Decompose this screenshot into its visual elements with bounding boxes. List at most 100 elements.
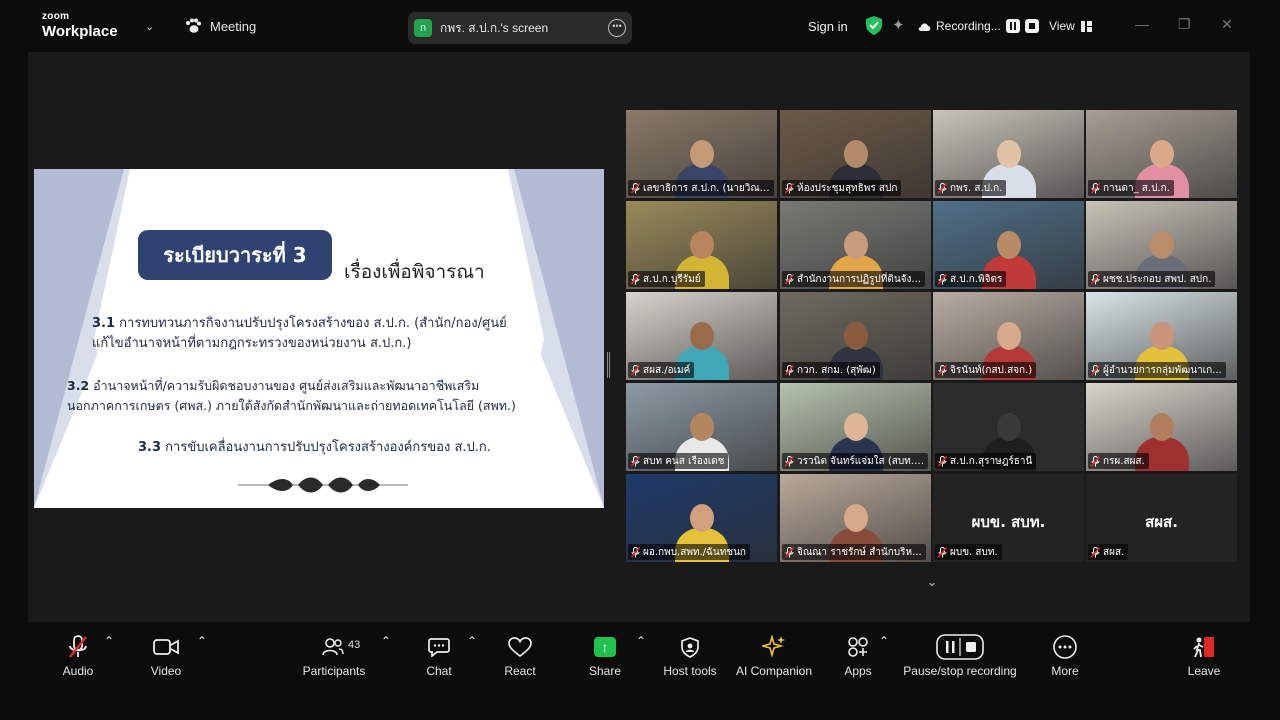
participant-tile[interactable]: สผส./อเมค์: [626, 292, 777, 380]
figure-head: [1149, 413, 1174, 441]
audio-label: Audio: [62, 664, 94, 678]
video-label: Video: [150, 664, 182, 678]
screen-share-indicator[interactable]: ก กพร. ส.ป.ก.'s screen •••: [408, 12, 632, 44]
participant-tile[interactable]: กรผ.สผส.: [1086, 383, 1237, 471]
item3-number: 3.3: [138, 440, 162, 455]
mic-muted-icon: [785, 546, 794, 557]
camera-icon: [153, 639, 179, 655]
participant-tile[interactable]: กานดา_ ส.ป.ก.: [1086, 110, 1237, 198]
video-button[interactable]: Video: [145, 634, 187, 678]
participant-tile[interactable]: ผชช.ประกอบ สพป. สปก.: [1086, 201, 1237, 289]
participant-tile[interactable]: ส.ป.ก.สุราษฎร์ธานี: [933, 383, 1084, 471]
participant-name-text: สผส./อเมค์: [643, 364, 691, 376]
apps-options-caret-icon[interactable]: ⌃: [879, 634, 889, 648]
participant-name-label: กรผ.สผส.: [1088, 453, 1149, 469]
minimize-window-icon[interactable]: —: [1135, 16, 1149, 32]
participant-tile[interactable]: กพร. ส.ป.ก.: [933, 110, 1084, 198]
grid-expand-chevron-icon[interactable]: ⌄: [900, 570, 964, 596]
logo-line1: zoom: [42, 11, 70, 22]
participants-options-caret-icon[interactable]: ⌃: [381, 634, 391, 648]
participant-tile[interactable]: สผส. สผส.: [1086, 474, 1237, 562]
meeting-label: Meeting: [210, 18, 257, 34]
chevron-down-icon[interactable]: ⌄: [145, 20, 154, 33]
more-options-icon[interactable]: •••: [608, 19, 626, 37]
participant-tile[interactable]: สบท คนส เรืองเดช: [626, 383, 777, 471]
mic-muted-icon: [631, 182, 640, 193]
share-options-caret-icon[interactable]: ⌃: [636, 634, 646, 648]
figure-head: [1149, 231, 1174, 259]
video-options-caret-icon[interactable]: ⌃: [197, 634, 207, 648]
sign-in-link[interactable]: Sign in: [808, 19, 848, 34]
pause-recording-icon[interactable]: [1005, 19, 1020, 33]
participant-tile[interactable]: ห้องประชุมสุทธิพร สปก: [780, 110, 931, 198]
participant-tile[interactable]: วรวนิต จันทร์แจ่มใส (สบท. ...: [780, 383, 931, 471]
participant-name-label: วรวนิต จันทร์แจ่มใส (สบท. ...: [782, 453, 928, 469]
share-button[interactable]: Share: [587, 634, 623, 678]
more-button[interactable]: More: [1048, 634, 1082, 678]
heart-icon: [508, 637, 532, 657]
more-dots-icon: [1053, 635, 1077, 659]
shared-screen-slide[interactable]: ระเบียบวาระที่ 3 เรื่องเพื่อพิจารณา 3.1 …: [34, 169, 604, 508]
figure-head: [843, 322, 868, 350]
participant-name-text: ห้องประชุมสุทธิพร สปก: [797, 182, 898, 194]
react-button[interactable]: React: [500, 634, 540, 678]
participant-name-text: สำนักงานการปฏิรูปที่ดินจัง...: [797, 273, 921, 285]
stop-recording-icon[interactable]: [1024, 19, 1039, 33]
participant-name-label: ผบข. สบท.: [935, 544, 1002, 560]
figure-head: [996, 413, 1021, 441]
audio-options-caret-icon[interactable]: ⌃: [104, 634, 114, 648]
participant-name-label: เลขาธิการ ส.ป.ก. (นายวิณะโร...: [628, 180, 774, 196]
leave-button[interactable]: Leave: [1186, 634, 1222, 678]
item1-line1: การทบทวนภารกิจงานปรับปรุงโครงสร้างของ ส.…: [115, 316, 507, 331]
leave-door-icon: [1193, 637, 1214, 658]
mic-muted-icon: [1091, 364, 1100, 375]
figure-head: [689, 140, 714, 168]
pause-stop-recording-button[interactable]: Pause/stop recording: [900, 634, 1020, 678]
figure-head: [689, 322, 714, 350]
participant-name-text: กพร. ส.ป.ก.: [950, 182, 1003, 194]
participant-tile[interactable]: ผู้อำนวยการกลุ่มพัฒนาเก...: [1086, 292, 1237, 380]
participant-name-text: กานดา_ ส.ป.ก.: [1103, 182, 1170, 194]
participant-name-label: สำนักงานการปฏิรูปที่ดินจัง...: [782, 271, 925, 287]
sparkle-icon[interactable]: ✦: [892, 16, 905, 34]
participant-tile[interactable]: ผบข. สบท. ผบข. สบท.: [933, 474, 1084, 562]
chat-button[interactable]: Chat: [422, 634, 456, 678]
recording-status[interactable]: Recording...: [918, 19, 1039, 33]
participant-tile[interactable]: ส.ป.ก.บุรีรัมย์: [626, 201, 777, 289]
participants-count: 43: [348, 639, 361, 651]
zoom-workplace-logo[interactable]: zoom Workplace: [42, 11, 118, 40]
mic-muted-icon: [938, 364, 947, 375]
participant-tile[interactable]: ส.ป.ก.พิจิตร: [933, 201, 1084, 289]
participant-tile[interactable]: เลขาธิการ ส.ป.ก. (นายวิณะโร...: [626, 110, 777, 198]
mic-muted-icon: [1091, 546, 1100, 557]
host-tools-button[interactable]: Host tools: [661, 634, 719, 678]
split-resize-handle[interactable]: [607, 352, 610, 378]
mic-muted-icon: [1091, 182, 1100, 193]
figure-head: [1149, 140, 1174, 168]
host-shield-icon: [681, 636, 699, 658]
logo-line2: Workplace: [42, 23, 118, 40]
pause-stop-label: Pause/stop recording: [903, 664, 1017, 678]
mic-muted-icon: [631, 546, 640, 557]
participant-name-label: ผชช.ประกอบ สพป. สปก.: [1088, 271, 1216, 287]
encryption-shield-icon[interactable]: [866, 16, 882, 35]
participant-tile[interactable]: สำนักงานการปฏิรูปที่ดินจัง...: [780, 201, 931, 289]
meeting-menu-button[interactable]: Meeting: [184, 18, 256, 34]
maximize-window-icon[interactable]: ❐: [1178, 16, 1191, 33]
sharer-label: กพร. ส.ป.ก.'s screen: [440, 20, 549, 35]
participant-tile[interactable]: จิณณา ราชรักษ์ สำนักบริห...: [780, 474, 931, 562]
paw-icon: [186, 18, 201, 33]
item2-number: 3.2: [67, 378, 90, 393]
view-menu-button[interactable]: View: [1049, 19, 1092, 33]
participant-tile[interactable]: ผอ.กพบ.สพท./ฉันทชนก: [626, 474, 777, 562]
participant-tile[interactable]: กวก. สกม. (สุพัฒ): [780, 292, 931, 380]
participant-name-label: ส.ป.ก.บุรีรัมย์: [628, 271, 705, 287]
apps-button[interactable]: Apps: [840, 634, 876, 678]
ai-companion-button[interactable]: AI Companion: [734, 634, 814, 678]
mic-muted-icon: [938, 273, 947, 284]
close-window-icon[interactable]: ✕: [1221, 16, 1233, 33]
participant-name-label: สผส./อเมค์: [628, 362, 695, 378]
audio-button[interactable]: Audio: [58, 634, 98, 678]
chat-options-caret-icon[interactable]: ⌃: [467, 634, 477, 648]
participant-tile[interactable]: จิรนันท์(กสป.สจก.): [933, 292, 1084, 380]
